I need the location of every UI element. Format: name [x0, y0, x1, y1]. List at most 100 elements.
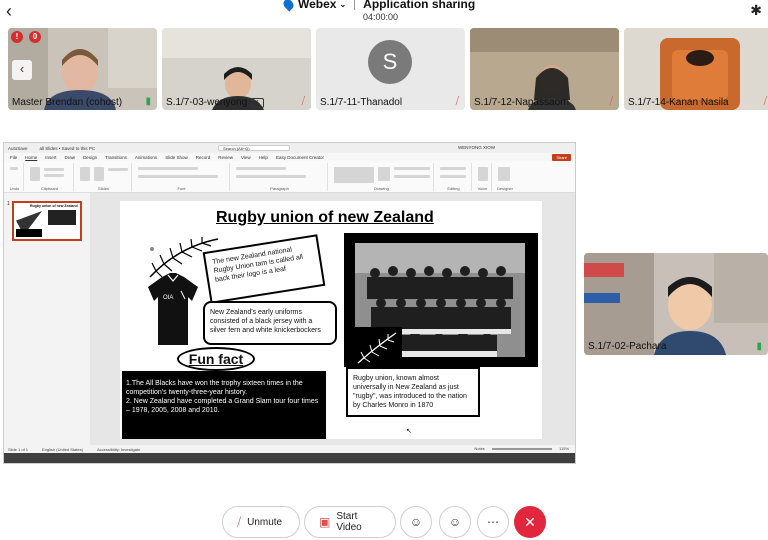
pp-search-input[interactable]: Search (Alt+Q) [218, 145, 290, 151]
more-dots-icon: ⋯ [487, 515, 499, 529]
pp-user-name[interactable]: WENYONG XIOW [458, 145, 495, 150]
participant-name: S.1/7-12-Napassaorn [474, 97, 570, 108]
app-name[interactable]: Webex [298, 0, 336, 11]
zoom-slider[interactable] [491, 447, 552, 450]
screen-share-icon: ↑ [251, 97, 265, 108]
thumb-number: 1 [7, 201, 10, 207]
participant-tile[interactable]: S.1/7-02-Pachara ▮ [584, 253, 768, 355]
ribbon-group-designer[interactable]: Designer [494, 163, 516, 191]
participant-tile[interactable]: S.1/7-12-Napassaorn ⧸ [470, 28, 619, 110]
participant-name: Master Brendan (cohost) [12, 97, 123, 108]
fun-fact-1: 1.The All Blacks have won the trophy six… [126, 380, 303, 396]
back-chevron-icon[interactable]: ‹ [6, 2, 26, 22]
ribbon-group-voice[interactable]: Voice [474, 163, 492, 191]
participant-tile[interactable]: S.1/7-14-Kanan Nasila ⧸ [624, 28, 768, 110]
menu-file[interactable]: File [10, 155, 17, 160]
mic-muted-icon: ⧸ [237, 514, 242, 529]
callout-logo[interactable]: The new Zealand national Rugby Union tam… [202, 234, 326, 304]
ribbon-group-undo[interactable]: Undo [6, 163, 24, 191]
participants-button[interactable]: ☺ [400, 506, 432, 538]
avatar: S [368, 40, 412, 84]
reactions-button[interactable]: ☺ [439, 506, 471, 538]
recording-badges: ! 0 [11, 31, 41, 43]
zoom-level[interactable]: 115% [559, 446, 569, 451]
unmute-label: Unmute [247, 516, 283, 528]
status-accessibility[interactable]: Accessibility: Investigate [97, 447, 140, 452]
thumb-title: Rugby union of new Zealand [30, 204, 78, 208]
menu-insert[interactable]: Insert [45, 155, 56, 160]
ribbon-group-font[interactable]: Font [134, 163, 230, 191]
meeting-title-row: Webex ⌄ Application sharing [281, 0, 476, 12]
strip-left-arrow-icon[interactable]: ‹ [12, 60, 32, 80]
slide-canvas[interactable]: Rugby union of new Zealand OIA The new Z… [120, 201, 542, 439]
callout-uniform[interactable]: New Zealand's early uniforms consisted o… [203, 301, 337, 345]
menu-draw[interactable]: Draw [65, 155, 76, 160]
recording-badge: 0 [29, 31, 41, 43]
shared-screen[interactable]: AutoSave all Slides • Saved to this PC S… [3, 142, 576, 464]
menu-easy-document-creator[interactable]: Easy Document Creator [276, 155, 324, 160]
mic-on-icon: ▮ [756, 341, 762, 352]
status-language[interactable]: English (United States) [42, 447, 83, 452]
slide-thumbnail[interactable]: Rugby union of new Zealand [12, 201, 82, 241]
share-bottom-band [4, 453, 575, 463]
mic-muted-icon: ⧸ [301, 96, 305, 107]
ribbon-group-editing[interactable]: Editing [436, 163, 472, 191]
menu-help[interactable]: Help [259, 155, 268, 160]
more-options-button[interactable]: ⋯ [477, 506, 509, 538]
rugby-info-box[interactable]: Rugby union, known almost universally in… [346, 367, 480, 417]
status-slide-count: Slide 1 of 1 [8, 446, 29, 452]
menu-view[interactable]: View [241, 155, 251, 160]
participant-name: S.1/7-03-wenyong ↑ [166, 97, 265, 108]
participant-tile[interactable]: ! 0 ‹ Master Brendan (cohost) ▮ [8, 28, 157, 110]
pp-menu-bar: File Home Insert Draw Design Transitions… [4, 153, 575, 161]
notes-button[interactable]: Notes [474, 446, 484, 451]
slide-thumbnail-pane: 1 Rugby union of new Zealand [4, 193, 90, 445]
thumb-fact-box [16, 229, 42, 237]
participants-icon: ☺ [409, 515, 423, 529]
title-divider [354, 0, 356, 10]
meeting-controls: ⧸ Unmute ▣ Start Video ☺ ☺ ⋯ ✕ [0, 506, 768, 540]
ribbon-group-drawing[interactable]: Drawing [330, 163, 434, 191]
ribbon-group-slides[interactable]: Slides [76, 163, 132, 191]
menu-review[interactable]: Review [218, 155, 233, 160]
autosave-label[interactable]: AutoSave [8, 146, 28, 151]
menu-slide-show[interactable]: Slide Show [165, 155, 188, 160]
pp-status-bar: Slide 1 of 1 English (United States) Acc… [4, 445, 575, 453]
pp-title-bar: AutoSave all Slides • Saved to this PC S… [4, 143, 575, 153]
status-right: Notes 115% [474, 446, 569, 451]
menu-animations[interactable]: Animations [135, 155, 157, 160]
ribbon-group-clipboard[interactable]: Clipboard [26, 163, 74, 191]
close-icon: ✕ [524, 514, 536, 530]
menu-record[interactable]: Record [196, 155, 211, 160]
participant-tile[interactable]: S.1/7-03-wenyong ↑ ⧸ [162, 28, 311, 110]
menu-home[interactable]: Home [25, 155, 37, 160]
menu-design[interactable]: Design [83, 155, 97, 160]
participant-name: S.1/7-02-Pachara [588, 341, 667, 352]
menu-transitions[interactable]: Transitions [105, 155, 127, 160]
fun-fact-heading[interactable]: Fun fact [177, 347, 255, 371]
participant-tile[interactable]: S S.1/7-11-Thanadol ⧸ [316, 28, 465, 110]
start-video-button[interactable]: ▣ Start Video [304, 506, 396, 538]
mic-muted-icon: ⧸ [609, 96, 613, 107]
pp-ribbon: Undo Clipboard Slides Font Paragraph Dra… [4, 161, 575, 193]
thumb-photo [48, 210, 76, 225]
app-dropdown-chevron-icon[interactable]: ⌄ [339, 0, 346, 9]
emoji-icon: ☺ [448, 515, 462, 529]
slide-title[interactable]: Rugby union of new Zealand [216, 209, 476, 227]
fun-fact-box[interactable]: 1.The All Blacks have won the trophy six… [122, 371, 326, 439]
ribbon-group-paragraph[interactable]: Paragraph [232, 163, 328, 191]
share-title: Application sharing [363, 0, 476, 11]
pp-filename: all Slides • Saved to this PC [39, 145, 96, 151]
webex-location-icon [281, 0, 296, 12]
video-off-icon: ▣ [319, 515, 331, 529]
top-bar: ‹ Webex ⌄ Application sharing 04:00:00 ✱ [0, 0, 768, 26]
participant-strip: ! 0 ‹ Master Brendan (cohost) ▮ S.1/7-03… [8, 28, 768, 110]
leave-meeting-button[interactable]: ✕ [514, 506, 546, 538]
pp-share-button[interactable]: Share [552, 154, 571, 161]
mic-muted-icon: ⧸ [455, 96, 459, 107]
participant-name: S.1/7-14-Kanan Nasila [628, 97, 729, 108]
mic-muted-icon: ⧸ [763, 96, 767, 107]
participant-name: S.1/7-11-Thanadol [320, 97, 403, 108]
unmute-button[interactable]: ⧸ Unmute [222, 506, 300, 538]
bluetooth-icon[interactable]: ✱ [750, 2, 762, 19]
